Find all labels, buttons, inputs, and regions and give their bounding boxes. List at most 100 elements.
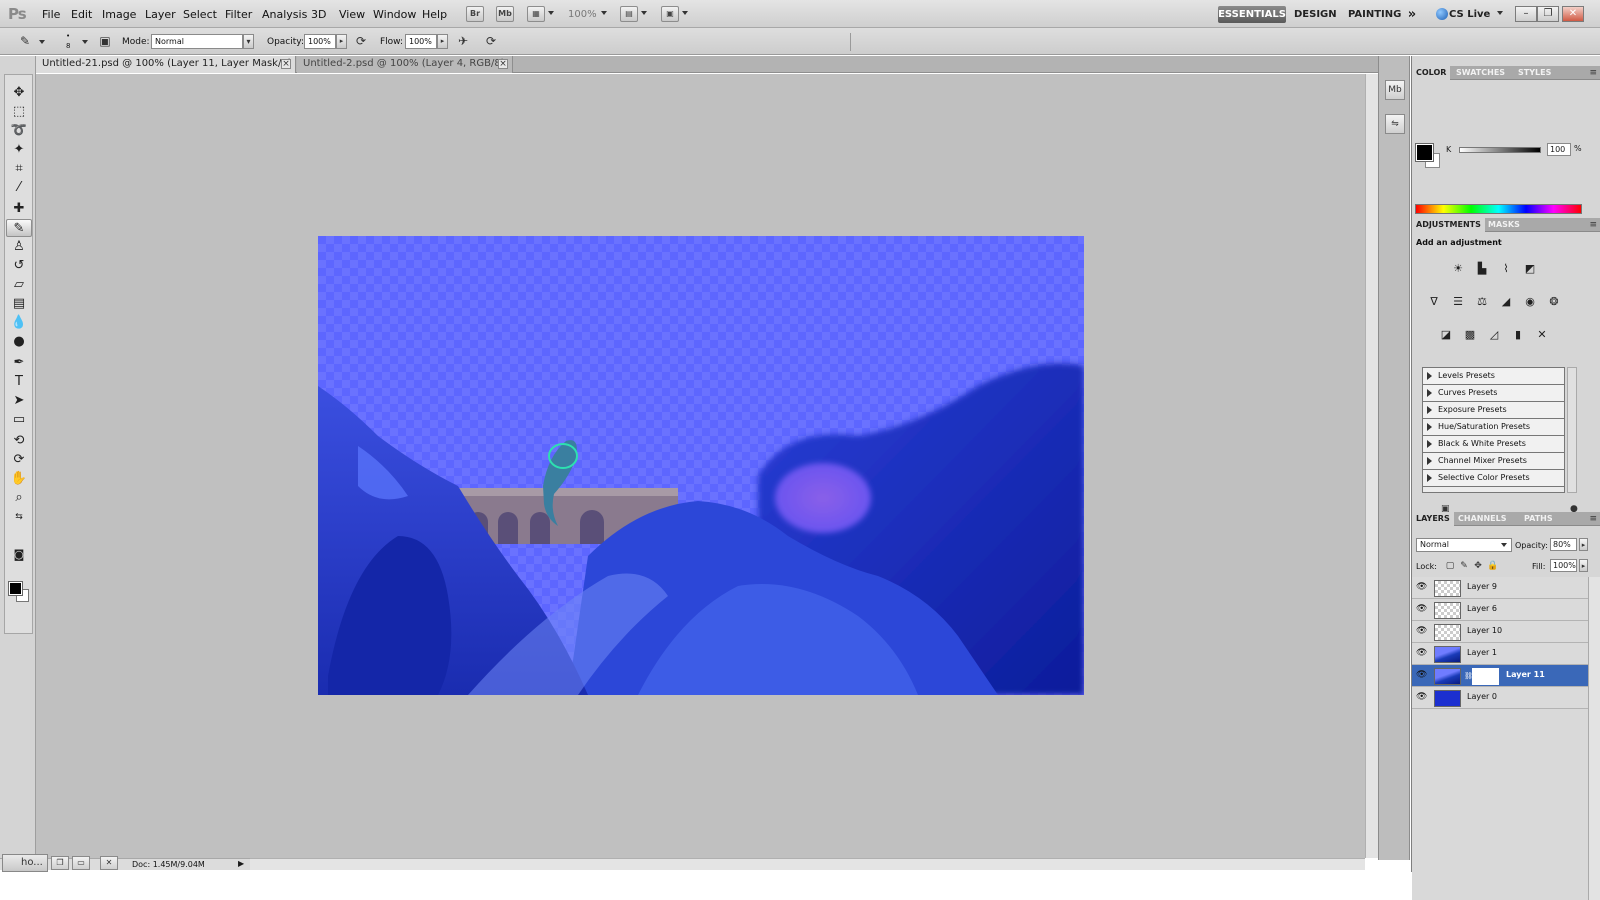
k-channel-slider[interactable] — [1459, 147, 1541, 153]
gradient-tool-icon[interactable]: ▤ — [6, 295, 32, 313]
k-channel-value[interactable]: 100 — [1547, 143, 1571, 156]
fill-slider-icon[interactable]: ▸ — [1579, 559, 1588, 572]
fill-field[interactable]: 100% — [1550, 559, 1577, 572]
blend-mode-select[interactable]: Normal — [1416, 538, 1512, 552]
tab-styles[interactable]: STYLES — [1514, 66, 1555, 80]
lasso-tool-icon[interactable]: ➰ — [6, 122, 32, 140]
brush-tool-preset-icon[interactable]: ✎ — [16, 33, 34, 50]
layer-name[interactable]: Layer 0 — [1467, 692, 1497, 701]
color-balance-icon[interactable]: ⚖ — [1473, 293, 1491, 311]
menu-3d[interactable]: 3D — [311, 8, 326, 21]
preset-channel-mixer[interactable]: Channel Mixer Presets — [1423, 453, 1564, 470]
menu-edit[interactable]: Edit — [71, 8, 92, 21]
document-size-info[interactable]: Doc: 1.45M/9.04M — [132, 860, 205, 869]
layer-name[interactable]: Layer 6 — [1467, 604, 1497, 613]
minimize-icon[interactable]: – — [1515, 6, 1537, 22]
eye-icon[interactable]: 👁 — [1416, 671, 1427, 680]
more-workspaces-button[interactable]: » — [1405, 6, 1419, 23]
exposure-icon[interactable]: ◩ — [1521, 260, 1539, 278]
chevron-down-icon[interactable] — [1497, 11, 1503, 15]
menu-window[interactable]: Window — [373, 8, 416, 21]
opacity-slider-icon[interactable]: ▸ — [336, 34, 347, 49]
lock-all-icon[interactable]: 🔒 — [1487, 561, 1498, 571]
layer-name[interactable]: Layer 9 — [1467, 582, 1497, 591]
status-menu-arrow-icon[interactable]: ▶ — [238, 859, 244, 868]
tab-untitled-21[interactable]: Untitled-21.psd @ 100% (Layer 11, Layer … — [36, 56, 296, 73]
bridge-button[interactable]: Br — [466, 6, 484, 22]
layer-opacity-field[interactable]: 80% — [1550, 538, 1577, 551]
cs-live-button[interactable]: CS Live — [1449, 6, 1490, 23]
color-spectrum-bar[interactable] — [1415, 204, 1582, 214]
document-image[interactable] — [318, 236, 1084, 695]
eye-icon[interactable]: 👁 — [1416, 693, 1427, 702]
lock-pixels-icon[interactable]: ✎ — [1459, 561, 1469, 571]
preset-hue-saturation[interactable]: Hue/Saturation Presets — [1423, 419, 1564, 436]
zoom-tool-icon[interactable]: ⌕ — [6, 489, 32, 507]
panel-menu-icon[interactable]: ≡ — [1589, 220, 1597, 230]
eyedropper-tool-icon[interactable]: ⁄ — [6, 179, 32, 197]
maximize-icon[interactable]: ▭ — [72, 856, 90, 870]
hue-saturation-icon[interactable]: ☰ — [1449, 293, 1467, 311]
history-panel-icon[interactable]: ⇋ — [1385, 114, 1405, 134]
vibrance-icon[interactable]: ∇ — [1425, 293, 1443, 311]
menu-image[interactable]: Image — [102, 8, 136, 21]
close-icon[interactable]: ✕ — [100, 856, 118, 870]
layer-row-selected[interactable]: 👁 ⛓ Layer 11 — [1412, 665, 1588, 687]
chevron-down-icon[interactable] — [682, 11, 688, 15]
flow-slider-icon[interactable]: ▸ — [437, 34, 448, 49]
panel-menu-icon[interactable]: ≡ — [1589, 514, 1597, 524]
selective-color-icon[interactable]: ✕ — [1533, 326, 1551, 344]
layer-row[interactable]: 👁 Layer 10 — [1412, 621, 1588, 643]
tab-paths[interactable]: PATHS — [1520, 512, 1557, 526]
healing-brush-tool-icon[interactable]: ✚ — [6, 200, 32, 218]
airbrush-icon[interactable]: ✈ — [454, 33, 472, 50]
eye-icon[interactable]: 👁 — [1416, 605, 1427, 614]
chevron-down-icon[interactable] — [1501, 543, 1507, 547]
levels-icon[interactable]: ▙ — [1473, 260, 1491, 278]
mini-bridge-panel-icon[interactable]: Mb — [1385, 80, 1405, 100]
layer-row[interactable]: 👁 Layer 9 — [1412, 577, 1588, 599]
chevron-down-icon[interactable]: ▾ — [243, 34, 254, 49]
menu-file[interactable]: File — [42, 8, 60, 21]
preset-black-white[interactable]: Black & White Presets — [1423, 436, 1564, 453]
brush-tool-icon[interactable]: ✎ — [6, 219, 32, 237]
menu-select[interactable]: Select — [183, 8, 217, 21]
chevron-down-icon[interactable] — [82, 40, 88, 44]
chevron-down-icon[interactable] — [39, 40, 45, 44]
workspace-essentials[interactable]: ESSENTIALS — [1218, 6, 1286, 23]
preset-exposure[interactable]: Exposure Presets — [1423, 402, 1564, 419]
eye-icon[interactable]: 👁 — [1416, 627, 1427, 636]
zoom-level[interactable]: 100% — [568, 9, 597, 20]
type-tool-icon[interactable]: T — [6, 373, 32, 391]
channel-mixer-icon[interactable]: ❂ — [1545, 293, 1563, 311]
flow-field[interactable]: 100% — [405, 34, 437, 49]
menu-filter[interactable]: Filter — [225, 8, 252, 21]
lock-transparent-icon[interactable]: ▢ — [1445, 561, 1455, 571]
invert-icon[interactable]: ◪ — [1437, 326, 1455, 344]
mode-select[interactable]: Normal — [151, 34, 243, 49]
workspace-design[interactable]: DESIGN — [1294, 6, 1337, 23]
layer-row[interactable]: 👁 Layer 1 — [1412, 643, 1588, 665]
tab-masks[interactable]: MASKS — [1484, 218, 1524, 232]
quick-selection-tool-icon[interactable]: ✦ — [6, 141, 32, 159]
preset-selective-color[interactable]: Selective Color Presets — [1423, 470, 1564, 487]
brightness-contrast-icon[interactable]: ☀ — [1449, 260, 1467, 278]
expand-triangle-icon[interactable] — [1427, 372, 1432, 380]
3d-orbit-tool-icon[interactable]: ⟳ — [6, 451, 32, 469]
layer-name[interactable]: Layer 1 — [1467, 648, 1497, 657]
expand-triangle-icon[interactable] — [1427, 457, 1432, 465]
preset-levels[interactable]: Levels Presets — [1423, 368, 1564, 385]
mini-bridge-button[interactable]: Mb — [496, 6, 514, 22]
tab-channels[interactable]: CHANNELS — [1454, 512, 1510, 526]
menu-view[interactable]: View — [339, 8, 365, 21]
lock-position-icon[interactable]: ✥ — [1473, 561, 1483, 571]
3d-rotate-tool-icon[interactable]: ⟲ — [6, 432, 32, 450]
hand-tool-icon[interactable]: ✋ — [6, 470, 32, 488]
menu-help[interactable]: Help — [422, 8, 447, 21]
swap-colors-icon[interactable]: ⇆ — [6, 508, 32, 526]
taskbar-button[interactable]: ho... — [2, 854, 48, 872]
gradient-map-icon[interactable]: ▮ — [1509, 326, 1527, 344]
eye-icon[interactable]: 👁 — [1416, 583, 1427, 592]
arrange-documents-icon[interactable]: ▤ — [620, 6, 638, 22]
dodge-tool-icon[interactable]: ● — [6, 333, 32, 351]
